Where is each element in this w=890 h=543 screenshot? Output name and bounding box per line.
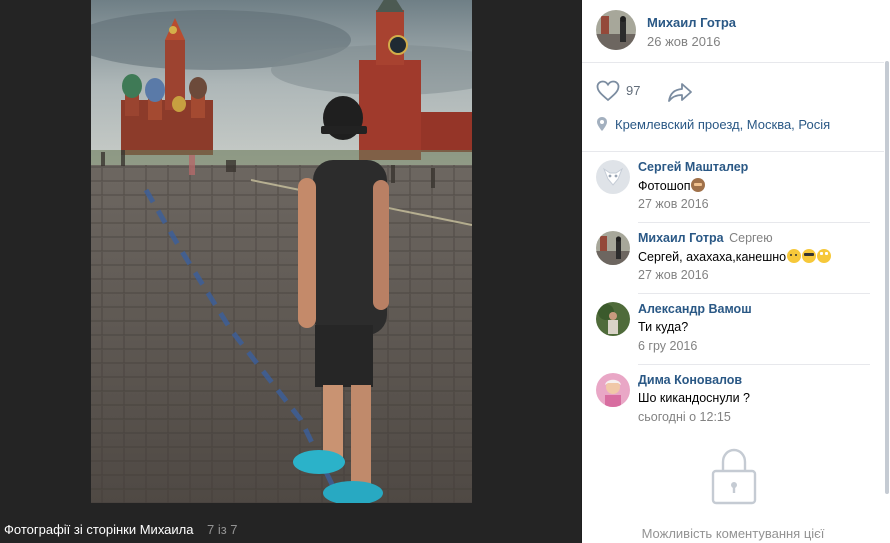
avatar-image xyxy=(596,373,630,407)
avatar-image xyxy=(596,10,636,50)
share-arrow-icon[interactable] xyxy=(667,81,693,103)
divider xyxy=(582,62,884,63)
location-row[interactable]: Кремлевский проезд, Москва, Росія xyxy=(596,115,876,133)
photo-viewer: Фотографії зі сторінки Михаила 7 із 7 xyxy=(0,0,581,543)
divider xyxy=(638,222,870,223)
comment-avatar[interactable] xyxy=(596,231,630,265)
heart-icon[interactable] xyxy=(596,80,620,102)
sunglasses-emoji-icon xyxy=(802,249,817,263)
comment-author-link[interactable]: Михаил Готра xyxy=(638,231,724,245)
photo-counter: 7 із 7 xyxy=(207,522,238,537)
location-link[interactable]: Кремлевский проезд, Москва, Росія xyxy=(615,117,830,132)
divider xyxy=(638,364,870,365)
comment-time[interactable]: сьогодні о 12:15 xyxy=(638,410,731,424)
like-count[interactable]: 97 xyxy=(626,83,640,98)
author-header: Михаил Готра 26 жов 2016 xyxy=(596,10,874,50)
author-name[interactable]: Михаил Готра xyxy=(647,15,736,30)
comment-text: Фотошоп xyxy=(638,178,706,193)
comment-avatar[interactable] xyxy=(596,373,630,407)
photo-image xyxy=(91,0,472,503)
post-actions: 97 xyxy=(596,78,856,104)
comment-item: Александр Вамош Ти куда? 6 гру 2016 xyxy=(596,302,866,364)
eye-roll-emoji-icon xyxy=(817,249,832,263)
caption-bar: Фотографії зі сторінки Михаила 7 із 7 xyxy=(0,503,581,543)
photo-info-panel: Михаил Готра 26 жов 2016 97 Кремлевский … xyxy=(582,0,884,543)
comment-item: Михаил Готра Сергею Сергей, ахахаха,кане… xyxy=(596,231,866,293)
comment-item: Дима Коновалов Шо кикандоснули ? сьогодн… xyxy=(596,373,866,435)
comment-author: Михаил Готра Сергею xyxy=(638,231,773,245)
avatar-image xyxy=(596,231,630,265)
comment-text: Сергей, ахахаха,канешно xyxy=(638,249,832,264)
comment-time[interactable]: 27 жов 2016 xyxy=(638,268,709,282)
comment-author[interactable]: Сергей Машталер xyxy=(638,160,748,174)
author-avatar[interactable] xyxy=(596,10,636,50)
comment-item: Сергей Машталер Фотошоп 27 жов 2016 xyxy=(596,160,866,222)
reply-to-link[interactable]: Сергею xyxy=(729,231,773,245)
scrollbar[interactable] xyxy=(884,0,890,543)
comments-closed-notice: Можливість коментування цієї xyxy=(641,526,825,541)
divider xyxy=(638,293,870,294)
comment-time[interactable]: 6 гру 2016 xyxy=(638,339,697,353)
photo[interactable] xyxy=(91,0,472,503)
monkey-emoji-icon xyxy=(691,178,706,192)
comment-author[interactable]: Дима Коновалов xyxy=(638,373,742,387)
comment-avatar[interactable] xyxy=(596,160,630,194)
album-title[interactable]: Фотографії зі сторінки Михаила xyxy=(4,522,193,537)
comment-text-body: Сергей, ахахаха,канешно xyxy=(638,250,787,264)
comment-time[interactable]: 27 жов 2016 xyxy=(638,197,709,211)
comment-text: Ти куда? xyxy=(638,320,689,334)
scrollbar-thumb[interactable] xyxy=(885,61,889,494)
lock-icon xyxy=(711,448,757,505)
location-pin-icon xyxy=(597,117,607,131)
divider xyxy=(582,151,884,152)
comment-text: Шо кикандоснули ? xyxy=(638,391,751,405)
avatar-image xyxy=(596,160,630,194)
thinking-emoji-icon xyxy=(787,249,802,263)
comment-text-body: Фотошоп xyxy=(638,179,691,193)
comment-author[interactable]: Александр Вамош xyxy=(638,302,752,316)
comment-avatar[interactable] xyxy=(596,302,630,336)
avatar-image xyxy=(596,302,630,336)
post-date[interactable]: 26 жов 2016 xyxy=(647,34,720,49)
